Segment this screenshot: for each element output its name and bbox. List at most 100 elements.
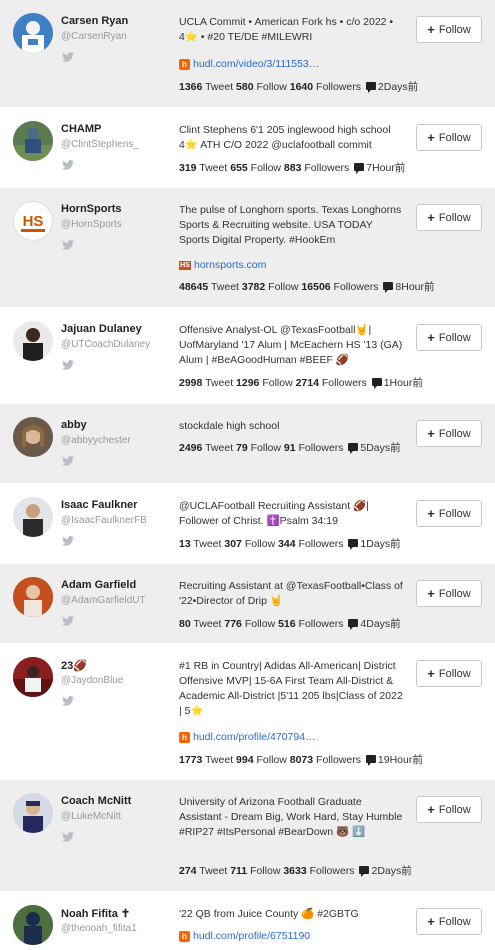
user-name[interactable]: CHAMP — [61, 123, 101, 135]
user-stats: 319 Tweet 655 Follow 883 Followers 7Hour… — [179, 162, 406, 174]
speech-bubble-icon — [348, 539, 359, 550]
user-link[interactable]: h hudl.com/video/3/111553… — [179, 57, 319, 71]
user-name[interactable]: HornSports — [61, 203, 122, 215]
user-bio: #1 RB in Country| Adidas All-American| D… — [179, 660, 403, 717]
plus-icon: + — [427, 801, 435, 817]
user-row: HS HornSports @HornSports The pulse of L… — [0, 188, 495, 308]
user-bio: University of Arizona Football Graduate … — [179, 796, 403, 838]
plus-icon: + — [427, 505, 435, 521]
follow-button[interactable]: + Follow — [416, 420, 482, 447]
hudl-icon: h — [179, 58, 190, 70]
plus-icon: + — [427, 329, 435, 345]
user-row: Carsen Ryan @CarsenRyan UCLA Commit • Am… — [0, 0, 495, 108]
twitter-icon[interactable] — [62, 240, 74, 250]
hudl-icon: h — [179, 731, 190, 743]
user-row: abby @abbyychester stockdale high school… — [0, 404, 495, 484]
follow-button[interactable]: + Follow — [416, 500, 482, 527]
plus-icon: + — [427, 209, 435, 225]
user-bio: stockdale high school — [179, 420, 280, 432]
user-stats: 13 Tweet 307 Follow 344 Followers 1Days前 — [179, 538, 401, 550]
user-row: Isaac Faulkner @IsaacFaulknerFB @UCLAFoo… — [0, 484, 495, 564]
follow-button[interactable]: + Follow — [416, 580, 482, 607]
user-handle[interactable]: @abbyychester — [61, 435, 131, 446]
user-name[interactable]: Jajuan Dulaney — [61, 323, 142, 335]
twitter-icon[interactable] — [62, 616, 74, 626]
user-handle[interactable]: @thenoah_fifita1 — [61, 923, 137, 934]
user-handle[interactable]: @UTCoachDulaney — [61, 339, 150, 350]
avatar[interactable] — [13, 577, 53, 617]
user-bio: Recruiting Assistant at @TexasFootball•C… — [179, 580, 403, 607]
user-bio: Clint Stephens 6'1 205 inglewood high sc… — [179, 124, 391, 151]
user-name[interactable]: Coach McNitt — [61, 795, 131, 807]
avatar[interactable] — [13, 657, 53, 697]
follow-button[interactable]: + Follow — [416, 16, 482, 43]
speech-bubble-icon — [348, 443, 359, 454]
user-handle[interactable]: @CarsenRyan — [61, 31, 127, 42]
user-stats: 1366 Tweet 580 Follow 1640 Followers 2Da… — [179, 81, 419, 93]
user-handle[interactable]: @IsaacFaulknerFB — [61, 515, 147, 526]
avatar[interactable] — [13, 417, 53, 457]
user-name[interactable]: Isaac Faulkner — [61, 499, 137, 511]
user-row: Coach McNitt @LukeMcNitt University of A… — [0, 780, 495, 892]
plus-icon: + — [427, 585, 435, 601]
user-handle[interactable]: @HornSports — [61, 219, 122, 230]
follow-button[interactable]: + Follow — [416, 324, 482, 351]
user-bio: UCLA Commit • American Fork hs • c/o 202… — [179, 16, 394, 43]
speech-bubble-icon — [359, 866, 370, 877]
twitter-icon[interactable] — [62, 536, 74, 546]
avatar[interactable] — [13, 793, 53, 833]
avatar[interactable] — [13, 497, 53, 537]
user-stats: 274 Tweet 711 Follow 3633 Followers 2Day… — [179, 865, 412, 877]
user-handle[interactable]: @LukeMcNitt — [61, 811, 121, 822]
user-handle[interactable]: @AdamGarfieldUT — [61, 595, 146, 606]
speech-bubble-icon — [383, 282, 394, 293]
follow-button[interactable]: + Follow — [416, 908, 482, 935]
user-row: Adam Garfield @AdamGarfieldUT Recruiting… — [0, 564, 495, 644]
follow-button[interactable]: + Follow — [416, 124, 482, 151]
twitter-icon[interactable] — [62, 832, 74, 842]
twitter-icon[interactable] — [62, 160, 74, 170]
user-stats: 2496 Tweet 79 Follow 91 Followers 5Days前 — [179, 442, 401, 454]
twitter-icon[interactable] — [62, 52, 74, 62]
user-link[interactable]: h hudl.com/profile/470794… — [179, 730, 316, 744]
user-list: Carsen Ryan @CarsenRyan UCLA Commit • Am… — [0, 0, 495, 950]
svg-text:HS: HS — [23, 213, 44, 230]
follow-button[interactable]: + Follow — [416, 660, 482, 687]
avatar[interactable]: HS — [13, 201, 53, 241]
avatar[interactable] — [13, 321, 53, 361]
speech-bubble-icon — [371, 378, 382, 389]
user-bio: The pulse of Longhorn sports. Texas Long… — [179, 204, 402, 246]
user-stats: 80 Tweet 776 Follow 516 Followers 4Days前 — [179, 618, 401, 630]
user-name[interactable]: Noah Fifita ✝ — [61, 907, 130, 920]
avatar[interactable] — [13, 905, 53, 945]
plus-icon: + — [427, 913, 435, 929]
hornsports-icon: HS — [179, 260, 191, 270]
speech-bubble-icon — [348, 619, 359, 630]
user-row: CHAMP @ClintStephens_ Clint Stephens 6'1… — [0, 108, 495, 188]
user-name[interactable]: Adam Garfield — [61, 579, 136, 591]
user-name[interactable]: Carsen Ryan — [61, 15, 128, 27]
plus-icon: + — [427, 665, 435, 681]
twitter-icon[interactable] — [62, 696, 74, 706]
user-name[interactable]: 23🏈 — [61, 659, 87, 672]
avatar[interactable] — [13, 13, 53, 53]
user-row: 23🏈 @JaydonBlue #1 RB in Country| Adidas… — [0, 644, 495, 780]
user-link[interactable]: h hudl.com/profile/6751190 — [179, 929, 310, 943]
follow-button[interactable]: + Follow — [416, 796, 482, 823]
user-row: Jajuan Dulaney @UTCoachDulaney Offensive… — [0, 308, 495, 404]
user-name[interactable]: abby — [61, 419, 87, 431]
twitter-icon[interactable] — [62, 360, 74, 370]
user-stats: 48645 Tweet 3782 Follow 16506 Followers … — [179, 281, 435, 293]
avatar[interactable] — [13, 121, 53, 161]
speech-bubble-icon — [354, 163, 365, 174]
user-bio: '22 QB from Juice County 🍊 #2GBTG — [179, 908, 359, 920]
speech-bubble-icon — [365, 82, 376, 93]
user-handle[interactable]: @ClintStephens_ — [61, 139, 139, 150]
follow-button[interactable]: + Follow — [416, 204, 482, 231]
user-link[interactable]: HS hornsports.com — [179, 258, 266, 272]
user-row: Noah Fifita ✝ @thenoah_fifita1 '22 QB fr… — [0, 892, 495, 950]
user-stats: 1773 Tweet 994 Follow 8073 Followers 19H… — [179, 754, 423, 766]
user-handle[interactable]: @JaydonBlue — [61, 675, 123, 686]
speech-bubble-icon — [365, 755, 376, 766]
twitter-icon[interactable] — [62, 456, 74, 466]
